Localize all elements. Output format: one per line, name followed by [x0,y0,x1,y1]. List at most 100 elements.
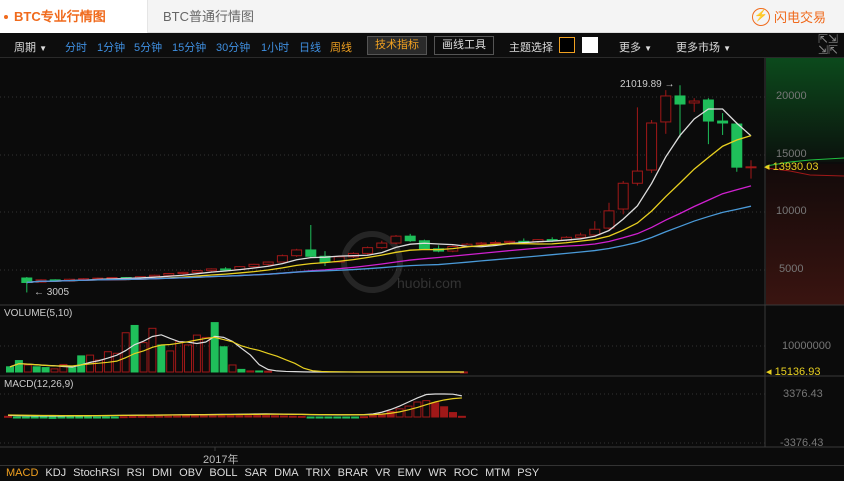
indicator-tab-psy[interactable]: PSY [517,467,539,479]
macd-histogram-bar [137,415,146,418]
low-price-label: ← 3005 [34,287,70,298]
macd-histogram-bar [226,415,235,418]
indicator-tab-rsi[interactable]: RSI [127,467,145,479]
draw-tools-button[interactable]: 画线工具 [434,36,494,55]
candle-body [660,95,672,123]
price-axis-label: 15000 [776,148,807,160]
indicator-tab-dmi[interactable]: DMI [152,467,172,479]
indicator-tab-trix[interactable]: TRIX [306,467,331,479]
indicator-tabs: MACD KDJ StochRSI RSI DMI OBV BOLL SAR DMA TRIX BR… [0,465,844,481]
indicator-tab-boll[interactable]: BOLL [209,467,237,479]
candle-body [291,249,303,257]
macd-histogram-bar [146,415,155,418]
macd-histogram-bar [288,415,297,418]
candle-body [631,170,643,184]
indicator-tab-wr[interactable]: WR [428,467,446,479]
period-2[interactable]: 1分钟 [97,39,125,55]
candle-body [390,235,402,244]
macd-histogram-bar [110,416,119,419]
macd-histogram-bar [351,416,360,419]
period-8[interactable]: 周线 [330,39,352,55]
candle-body [362,247,374,254]
volume-bar [255,370,264,373]
theme-label: 主题选择 [509,42,553,54]
theme-dark-swatch[interactable] [559,37,575,53]
macd-histogram-bar [360,416,368,419]
candle-body [688,100,700,104]
indicator-tab-vr[interactable]: VR [375,467,390,479]
indicator-tab-dma[interactable]: DMA [274,467,298,479]
volume-bar [184,344,192,373]
macd-histogram-bar [253,415,262,418]
macd-histogram-bar [235,415,244,418]
macd-histogram-bar [30,416,39,419]
macd-histogram-bar [315,416,324,419]
more-label: 更多 [619,42,641,54]
ma30-line [26,205,752,284]
candle-body [177,271,189,275]
macd-histogram-bar [182,415,190,418]
indicator-tab-kdj[interactable]: KDJ [45,467,66,479]
indicator-tab-emv[interactable]: EMV [398,467,422,479]
macd-histogram-bar [342,416,351,419]
macd-axis-top: 3376.43 [783,388,823,400]
indicator-tab-stochrsi[interactable]: StochRSI [73,467,119,479]
macd-histogram-bar [395,408,404,418]
indicator-tab-sar[interactable]: SAR [245,467,268,479]
volume-bar [95,359,103,373]
candle-body [489,241,501,244]
more-dropdown[interactable]: 更多 ▼ [619,39,652,55]
volume-bar [32,366,41,373]
volume-title: VOLUME(5,10) [4,308,73,319]
volume-bar [237,368,246,373]
macd-histogram-bar [66,416,75,419]
period-6[interactable]: 1小时 [261,39,289,55]
tab-btc-basic-chart[interactable]: BTC普通行情图 [163,0,254,33]
ma20-line [26,185,752,284]
macd-histogram-bar [324,416,333,419]
candle-body [717,120,729,124]
chevron-down-icon: ▼ [39,44,47,53]
period-4[interactable]: 15分钟 [172,39,206,55]
indicator-tab-roc[interactable]: ROC [454,467,478,479]
macd-histogram-bar [48,416,57,419]
period-7[interactable]: 日线 [299,39,321,55]
macd-histogram-bar [128,415,137,418]
macd-histogram-bar [93,416,101,419]
period-dropdown[interactable]: 周期 ▼ [14,39,47,55]
indicator-tab-macd[interactable]: MACD [6,467,38,479]
indicator-tab-mtm[interactable]: MTM [485,467,510,479]
candle-body [575,234,587,238]
volume-bar [139,342,148,373]
candle-body [646,122,658,171]
price-axis-label: 5000 [779,263,804,275]
volume-bar [157,344,166,373]
period-3[interactable]: 5分钟 [134,39,162,55]
more-market-dropdown[interactable]: 更多市场 ▼ [676,39,731,55]
volume-last-label: ◂ 15136.93 [766,366,821,378]
period-1[interactable]: 分时 [65,39,87,55]
indicator-tab-obv[interactable]: OBV [179,467,202,479]
chevron-down-icon: ▼ [723,44,731,53]
candle-body [248,263,260,268]
candle-body [404,235,416,242]
fullscreen-icon[interactable]: ⇱⇲ ⇲⇱ [818,33,838,56]
watermark-text: huobi.com [397,275,462,291]
indicator-tab-brar[interactable]: BRAR [338,467,369,479]
tech-indicator-button[interactable]: 技术指标 [367,36,427,55]
flash-trade-button[interactable]: ⚡ 闪电交易 [751,7,826,26]
tab-btc-pro-chart[interactable]: BTC专业行情图 [0,0,148,33]
period-5[interactable]: 30分钟 [216,39,250,55]
ask-depth-area [766,58,844,162]
ma5-line [26,108,752,284]
macd-histogram-bar [333,416,342,419]
macd-histogram-bar [431,402,440,418]
last-price-label: ◂ 13930.03 [764,161,819,173]
ma10-line [26,135,752,284]
theme-light-swatch[interactable] [582,37,598,53]
chart-area[interactable]: huobi.com 20000 15000 10000 5000 21019.8… [0,58,844,466]
price-axis-label: 20000 [776,90,807,102]
volume-bar [219,346,228,373]
volume-bar [14,360,23,373]
candle-body [617,182,629,210]
